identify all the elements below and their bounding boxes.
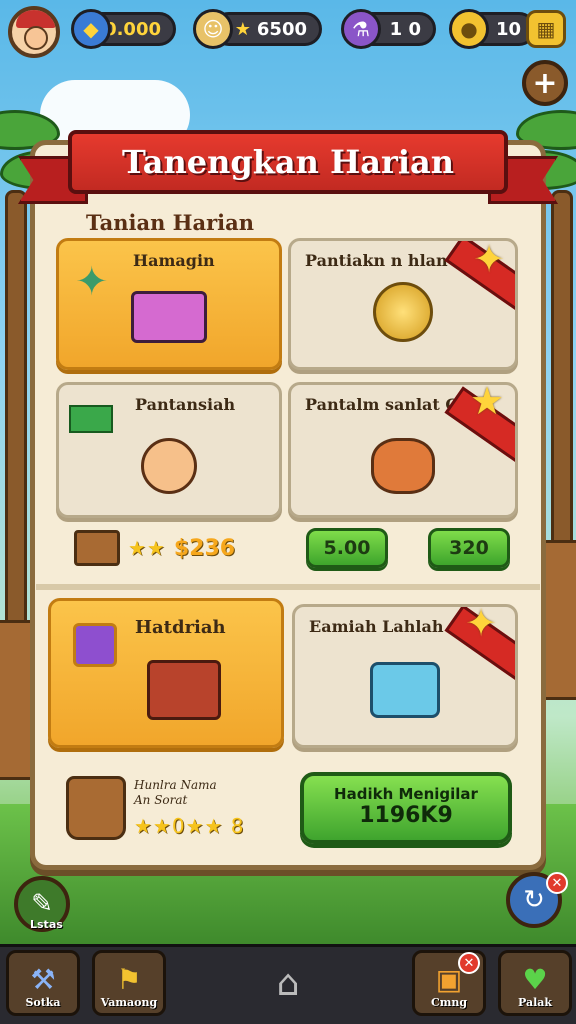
gift-box-icon [147, 660, 222, 721]
star-icon: ★ [234, 18, 251, 40]
top-bar: ◆ 0.000 ☺ ★ 6500 ⚗ 1 0 ● 10 ▦ [6, 6, 570, 58]
star-gem-icon: ✦ [75, 259, 109, 305]
card-title: Eamiah Lahlah [309, 617, 444, 636]
bag-icon [66, 776, 126, 840]
row-progress: ★★ $236 [74, 530, 235, 566]
small-chest-icon [74, 530, 120, 566]
nav-item-sotka[interactable]: ⚒ Sotka [6, 950, 80, 1016]
card-title: Hamagin [133, 251, 215, 270]
nav-label: Palak [517, 996, 553, 1009]
star-badge-icon: ✦ [465, 604, 497, 645]
crystal-box-icon [370, 661, 440, 718]
resource-coins[interactable]: ● 10 [449, 9, 536, 49]
resource-stars[interactable]: ☺ ★ 6500 [193, 9, 322, 49]
coin-count: 10 [495, 18, 521, 40]
close-icon[interactable]: ✕ [546, 872, 568, 894]
panel-subtitle: Tanian Harian [86, 210, 255, 235]
player-avatar[interactable] [8, 6, 60, 58]
chest-icon: ▣ [435, 963, 463, 996]
reward-card-1[interactable]: Hamagin ✦ [56, 238, 282, 370]
frame-icon [73, 623, 117, 667]
grid-icon[interactable]: ▦ [526, 10, 566, 48]
reward-card-4[interactable]: Pantalm sanlat Cem ★ [288, 382, 518, 518]
gem-count: 0.000 [104, 18, 161, 40]
claim-button-left[interactable]: 5.00 [306, 528, 388, 568]
reward-note-line2: An Sorat [134, 793, 188, 807]
coin-stack-icon: ● [449, 9, 489, 49]
star-badge-icon: ★ [469, 382, 505, 423]
bottom-rating: ★★0★★ 8 [134, 814, 245, 838]
card-title: Hatdriah [135, 617, 226, 638]
resource-gems[interactable]: ◆ 0.000 [71, 9, 176, 49]
nav-item-vamaong[interactable]: ⚑ Vamaong [92, 950, 166, 1016]
hammer-icon: ⚒ [30, 963, 56, 996]
claim-button-right[interactable]: 320 [428, 528, 510, 568]
rating-stars: ★★ [128, 536, 166, 560]
nav-label: Vamaong [100, 996, 158, 1009]
home-icon[interactable]: ⌂ [266, 962, 310, 1006]
shop-label: Lstas [30, 918, 63, 931]
reward-value: $236 [173, 535, 236, 561]
gem-icon: ◆ [71, 9, 111, 49]
pet-icon [371, 437, 435, 494]
divider [36, 584, 540, 590]
cash-icon [69, 405, 113, 433]
star-badge-icon: ✦ [473, 238, 505, 281]
gold-coin-icon [373, 281, 433, 342]
card-title: Pantiakn n hlan [305, 251, 448, 270]
title-banner: Tanengkan Harian [18, 130, 558, 204]
add-button[interactable]: + [522, 60, 568, 106]
resource-potion[interactable]: ⚗ 1 0 [341, 9, 436, 49]
chest-icon [131, 290, 207, 343]
reward-card-6[interactable]: Eamiah Lahlah ✦ [292, 604, 518, 748]
reward-note-line1: Hunlra Nama [134, 778, 217, 792]
reward-card-3[interactable]: Pantansiah [56, 382, 282, 518]
reward-card-5[interactable]: Hatdriah [48, 598, 284, 748]
claim-all-value: 1196K9 [359, 803, 453, 828]
heart-icon: ♥ [522, 963, 548, 996]
character-icon [141, 437, 197, 494]
reward-note: Hunlra Nama An Sorat [134, 778, 217, 808]
nav-label: Cmng [430, 996, 468, 1009]
card-title: Pantansiah [135, 395, 236, 414]
villager-avatar-icon: ☺ [193, 9, 233, 49]
potion-count: 1 0 [389, 18, 421, 40]
flag-icon: ⚑ [116, 963, 142, 996]
nav-item-palak[interactable]: ♥ Palak [498, 950, 572, 1016]
close-icon[interactable]: ✕ [458, 952, 480, 974]
reward-card-2[interactable]: Pantiakn n hlan ✦ [288, 238, 518, 370]
claim-all-label: Hadikh Menigilar [334, 785, 478, 803]
star-count: 6500 [256, 18, 307, 40]
claim-all-button[interactable]: Hadikh Menigilar 1196K9 [300, 772, 512, 844]
nav-label: Sotka [25, 996, 61, 1009]
potion-icon: ⚗ [341, 9, 381, 49]
banner-title: Tanengkan Harian [68, 130, 508, 194]
